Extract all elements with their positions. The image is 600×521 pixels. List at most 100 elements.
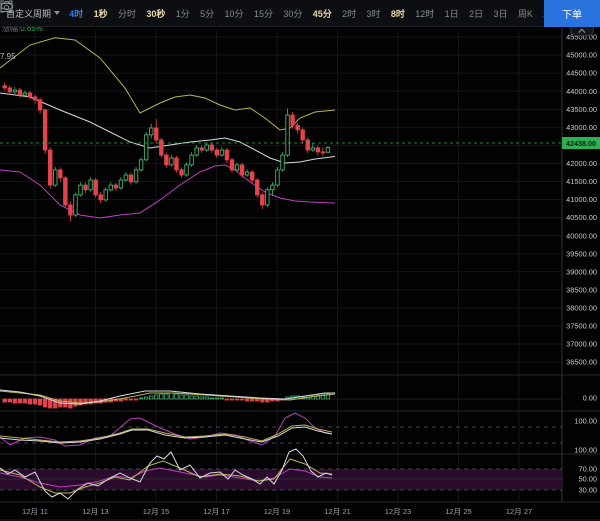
- candle-body: [301, 130, 305, 140]
- candle-body: [235, 165, 239, 170]
- price-axis-label: 36500.00: [566, 358, 597, 367]
- candle-body: [256, 180, 260, 195]
- period-tab-5分[interactable]: 5分: [195, 7, 219, 20]
- macd-hist-bar: [124, 399, 128, 400]
- candle-body: [195, 148, 199, 155]
- price-axis-label: 40500.00: [566, 213, 597, 222]
- price-axis-label: 44500.00: [566, 69, 597, 78]
- candle-body: [266, 190, 270, 205]
- candle-body: [124, 175, 128, 180]
- candle-body: [326, 148, 330, 153]
- candle-body: [180, 170, 184, 175]
- period-tab-30分[interactable]: 30分: [278, 7, 307, 20]
- price-axis-label: 43000.00: [566, 123, 597, 132]
- price-axis-label: 43500.00: [566, 105, 597, 114]
- candle-body: [59, 170, 63, 178]
- candle-body: [3, 86, 7, 88]
- macd-hist-bar: [321, 394, 325, 399]
- macd-hist-bar: [160, 394, 164, 399]
- period-bar: 自定义周期 4时1秒分时30秒1分5分10分15分30分45分2时3时8时12时…: [0, 7, 544, 20]
- macd-hist-bar: [185, 395, 189, 399]
- period-tab-2时[interactable]: 2时: [337, 7, 361, 20]
- candle-body: [225, 150, 229, 160]
- clipped-left-price-text: 7.95: [0, 52, 16, 61]
- period-tab-4时[interactable]: 4时: [64, 7, 88, 20]
- pane-axis-label: 30.00: [579, 486, 598, 495]
- macd-hist-bar: [240, 399, 244, 400]
- candle-body: [240, 165, 244, 175]
- candle-body: [271, 185, 275, 190]
- candle-body: [220, 150, 224, 155]
- price-axis-label: 37500.00: [566, 322, 597, 331]
- chart-toolbar: 自定义周期 4时1秒分时30秒1分5分10分15分30分45分2时3时8时12时…: [0, 0, 600, 27]
- boll-upper-line: [0, 38, 335, 130]
- macd-hist-bar: [235, 399, 239, 400]
- period-tab-3日[interactable]: 3日: [488, 7, 512, 20]
- chevron-up-icon: [578, 28, 585, 35]
- macd-hist-bar: [165, 394, 169, 399]
- candle-body: [18, 90, 22, 95]
- period-tab-1秒[interactable]: 1秒: [88, 7, 112, 20]
- period-tab-1分[interactable]: 1分: [171, 7, 195, 20]
- macd-hist-bar: [8, 399, 12, 402]
- macd-hist-bar: [33, 399, 37, 404]
- period-tab-8时[interactable]: 8时: [386, 7, 410, 20]
- macd-hist-bar: [144, 397, 148, 399]
- date-axis-label: 12月 11: [22, 507, 48, 516]
- period-tab-3时[interactable]: 3时: [361, 7, 385, 20]
- candle-body: [276, 170, 280, 185]
- candle-body: [306, 140, 310, 150]
- macd-hist-bar: [210, 398, 214, 399]
- period-tab-30秒[interactable]: 30秒: [141, 7, 170, 20]
- candle-body: [104, 190, 108, 200]
- candle-body: [33, 97, 37, 100]
- macd-hist-bar: [190, 396, 194, 399]
- macd-hist-bar: [38, 399, 42, 405]
- candle-body: [185, 165, 189, 175]
- candle-body: [48, 150, 52, 185]
- current-price-tag-text: 42438.00: [566, 139, 596, 148]
- trading-chart-window: 自定义周期 4时1秒分时30秒1分5分10分15分30分45分2时3时8时12时…: [0, 0, 600, 521]
- candle-body: [144, 135, 148, 160]
- candle-body: [64, 178, 68, 205]
- candle-body: [28, 93, 32, 97]
- date-axis-label: 12月 27: [506, 507, 533, 516]
- pane-axis-label: 0.00: [583, 394, 597, 403]
- macd-hist-bar: [225, 399, 229, 400]
- candle-body: [54, 170, 58, 185]
- period-tab-10分[interactable]: 10分: [219, 7, 248, 20]
- candle-body: [94, 180, 98, 195]
- candle-body: [119, 180, 123, 188]
- candle-body: [215, 150, 219, 155]
- period-tab-1日[interactable]: 1日: [439, 7, 463, 20]
- price-axis-label: 44000.00: [566, 87, 597, 96]
- candle-body: [245, 172, 249, 175]
- candle-body: [296, 125, 300, 130]
- period-tab-45分[interactable]: 45分: [308, 7, 337, 20]
- period-tab-周K[interactable]: 周K: [513, 7, 538, 20]
- period-tab-12时[interactable]: 12时: [410, 7, 439, 20]
- place-order-button[interactable]: 下单: [544, 0, 600, 27]
- candle-body: [129, 175, 133, 182]
- candle-body: [149, 128, 153, 135]
- period-tab-15分[interactable]: 15分: [249, 7, 278, 20]
- macd-hist-bar: [139, 398, 143, 399]
- date-axis-label: 12月 19: [264, 507, 291, 516]
- candle-body: [311, 148, 315, 150]
- candle-body: [74, 195, 78, 215]
- price-axis-label: 45000.00: [566, 51, 597, 60]
- period-tab-分时[interactable]: 分时: [113, 7, 141, 20]
- collapse-toolbar-button[interactable]: [570, 27, 594, 36]
- macd-hist-bar: [129, 399, 133, 400]
- macd-hist-bar: [89, 399, 93, 404]
- candle-body: [8, 88, 12, 92]
- date-axis-label: 12月 17: [203, 507, 230, 516]
- price-axis-label: 38000.00: [566, 304, 597, 313]
- macd-hist-bar: [13, 399, 17, 403]
- period-tab-2日[interactable]: 2日: [464, 7, 488, 20]
- candle-body: [281, 155, 285, 170]
- candle-body: [79, 185, 83, 195]
- candle-body: [170, 158, 174, 165]
- kline-chart-canvas[interactable]: 42438.0045500.0045000.0044500.0044000.00…: [0, 0, 600, 521]
- macd-hist-bar: [256, 399, 260, 401]
